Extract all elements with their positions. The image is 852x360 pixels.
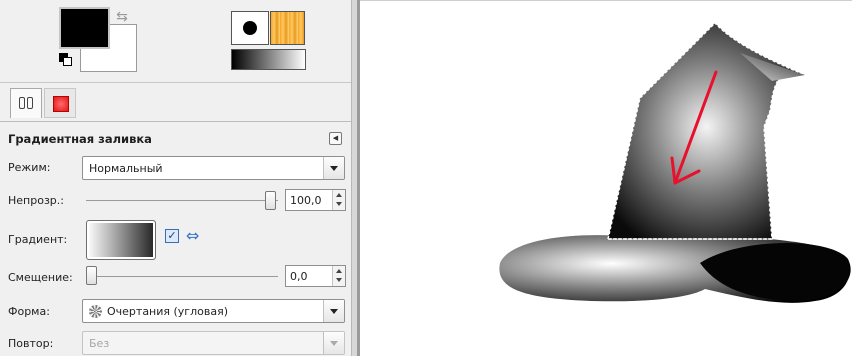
mode-select[interactable]: Нормальный	[82, 156, 345, 180]
red-tab-icon	[53, 96, 69, 112]
brush-preview-icon[interactable]	[231, 11, 269, 45]
repeat-value: Без	[89, 337, 110, 350]
tab-device-status[interactable]	[44, 88, 76, 118]
offset-slider-handle[interactable]	[86, 266, 97, 285]
shape-angular-icon	[89, 305, 102, 318]
image-canvas[interactable]	[360, 0, 852, 356]
gradient-selector-button[interactable]	[86, 220, 156, 260]
offset-spinbox[interactable]: 0,0	[285, 265, 346, 287]
color-area: ⇆	[0, 0, 351, 78]
shape-value: Очертания (угловая)	[107, 305, 228, 318]
tool-options-panel: ⇆ Градиентная заливка ◀ Режим: Нормальны…	[0, 0, 351, 356]
hat-cone	[607, 21, 806, 240]
foreground-color-swatch[interactable]	[59, 7, 110, 49]
shape-select[interactable]: Очертания (угловая)	[82, 299, 345, 323]
opacity-slider-handle[interactable]	[265, 191, 276, 210]
offset-value: 0,0	[290, 270, 308, 283]
gradient-preview-icon[interactable]	[231, 49, 306, 70]
tool-options-icon	[19, 97, 35, 111]
reverse-gradient-icon: ⇔	[186, 226, 200, 245]
opacity-label: Непрозр.:	[8, 194, 64, 207]
offset-spin-buttons[interactable]	[332, 266, 345, 286]
chevron-down-icon[interactable]	[323, 157, 344, 179]
opacity-spin-buttons[interactable]	[332, 190, 345, 210]
mode-value: Нормальный	[89, 162, 163, 175]
mode-label: Режим:	[8, 161, 51, 174]
section-title: Градиентная заливка	[8, 132, 152, 146]
opacity-spinbox[interactable]: 100,0	[285, 189, 346, 211]
tab-menu-icon[interactable]: ◀	[329, 132, 342, 145]
repeat-select: Без	[82, 331, 345, 355]
reverse-checkbox[interactable]: ✓	[165, 229, 179, 243]
chevron-down-icon[interactable]	[323, 300, 344, 322]
reset-colors-icon[interactable]	[59, 53, 72, 66]
pattern-preview-icon[interactable]	[270, 11, 305, 45]
offset-label: Смещение:	[8, 271, 73, 284]
offset-slider-track[interactable]	[88, 276, 278, 277]
witch-hat-drawing	[499, 21, 851, 303]
swap-colors-icon[interactable]: ⇆	[113, 8, 131, 26]
repeat-label: Повтор:	[8, 337, 54, 350]
opacity-slider-track[interactable]	[86, 200, 278, 201]
chevron-down-icon	[323, 332, 344, 354]
tab-tool-options[interactable]	[10, 88, 42, 118]
opacity-value: 100,0	[290, 194, 322, 207]
section-header: Градиентная заливка ◀	[0, 127, 351, 149]
dock-tab-strip	[0, 82, 351, 122]
shape-label: Форма:	[8, 305, 50, 318]
gradient-label: Градиент:	[8, 233, 68, 246]
